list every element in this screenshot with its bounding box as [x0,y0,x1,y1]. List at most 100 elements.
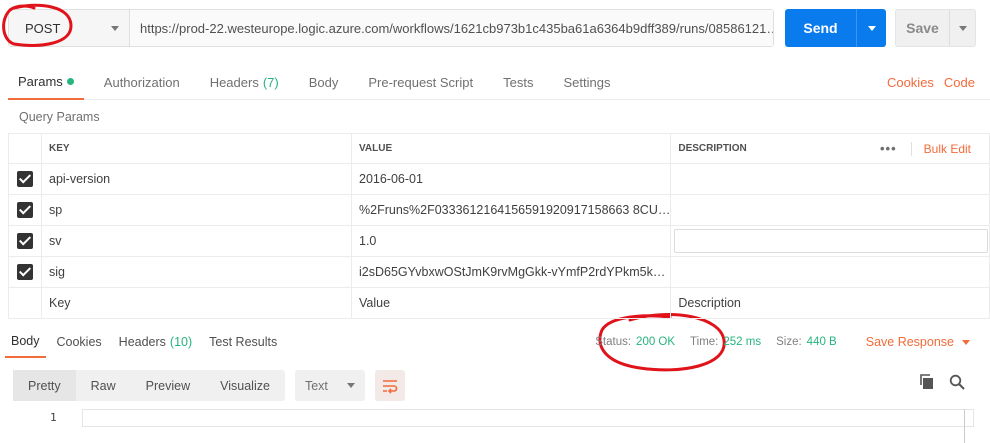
response-toolbar: Pretty Raw Preview Visualize Text [13,370,405,401]
chevron-down-icon [958,25,967,31]
tab-headers-label: Headers [209,74,259,90]
tab-settings[interactable]: Settings [553,64,620,100]
response-tabs: Body Cookies Headers (10) Test Results S… [0,326,990,358]
row-checkbox-cell [8,194,42,226]
time-value[interactable]: 252 ms [723,336,761,348]
description-header-label: DESCRIPTION [678,143,747,154]
tab-tests-label: Tests [503,74,534,90]
param-description[interactable] [670,225,990,257]
tab-response-headers-count: (10) [169,335,193,349]
param-value[interactable]: 2016-06-01 [350,163,672,195]
tab-response-headers-label: Headers [118,335,166,349]
url-input[interactable]: https://prod-22.westeurope.logic.azure.c… [130,10,773,46]
view-visualize[interactable]: Visualize [205,370,285,401]
row-checkbox-cell [8,225,42,257]
view-raw[interactable]: Raw [76,370,131,401]
param-description[interactable] [670,163,990,195]
tab-response-headers[interactable]: Headers (10) [113,326,198,358]
key-column-header: KEY [41,133,352,164]
value-column-header: VALUE [350,133,672,164]
save-button[interactable]: Save [895,9,976,47]
checkbox-column-header [8,133,42,164]
send-options-dropdown[interactable] [856,9,886,47]
view-preview[interactable]: Preview [131,370,205,401]
param-key[interactable]: sig [41,256,352,288]
format-select[interactable]: Text [294,370,365,401]
row-checkbox[interactable] [17,202,33,218]
table-row: sig i2sD65GYvbxwOStJmK9rvMgGkk-vYmfP2rdY… [8,256,990,288]
description-column-header: DESCRIPTION ••• Bulk Edit [670,133,990,164]
tab-body-label: Body [308,74,339,90]
wrap-lines-icon [382,379,398,394]
param-value[interactable]: i2sD65GYvbxwOStJmK9rvMgGkk-vYmfP2rdYPkm5… [350,256,672,288]
size-value[interactable]: 440 B [807,336,837,348]
tab-params-label: Params [18,73,63,89]
table-row-new: Key Value Description [8,287,990,319]
tab-pre-request-script-label: Pre-request Script [368,74,474,90]
tab-pre-request-script[interactable]: Pre-request Script [358,64,483,100]
tab-tests[interactable]: Tests [493,64,543,100]
status-label: Status: [595,336,632,348]
tab-response-cookies-label: Cookies [56,335,102,349]
request-right-links: Cookies Code [887,64,975,100]
cookies-link[interactable]: Cookies [887,75,934,90]
request-url-bar: POST https://prod-22.westeurope.logic.az… [8,9,774,47]
time-label: Time: [690,336,719,348]
method-label: POST [25,20,61,36]
more-options-icon[interactable]: ••• [880,141,897,156]
tab-params[interactable]: Params [8,64,84,100]
copy-icon[interactable] [919,374,935,390]
row-checkbox[interactable] [17,264,33,280]
save-response-button[interactable]: Save Response [866,335,970,349]
scrollbar[interactable] [964,409,965,443]
description-input[interactable] [674,229,989,253]
param-value[interactable]: %2Fruns%2F0333612164156591920917158663 8… [350,194,672,226]
param-key[interactable]: sv [41,225,352,257]
code-link[interactable]: Code [944,75,975,90]
param-description[interactable] [670,194,990,226]
method-select[interactable]: POST [9,10,130,46]
query-params-title: Query Params [19,110,100,124]
table-row: sv 1.0 [8,225,990,257]
chevron-down-icon [346,383,355,388]
response-actions [919,374,965,390]
tab-test-results-label: Test Results [209,335,278,349]
bulk-edit-link[interactable]: Bulk Edit [910,141,971,156]
query-params-table: KEY VALUE DESCRIPTION ••• Bulk Edit api-… [8,133,990,319]
size-label: Size: [776,336,802,348]
editor-line[interactable] [82,409,974,427]
line-number: 1 [50,411,57,424]
row-checkbox[interactable] [17,233,33,249]
tab-authorization[interactable]: Authorization [94,64,190,100]
view-pretty[interactable]: Pretty [13,370,76,401]
status-value[interactable]: 200 OK [636,336,675,348]
row-checkbox[interactable] [17,171,33,187]
response-view-toggle: Pretty Raw Preview Visualize [13,370,285,401]
send-button[interactable]: Send [785,9,886,47]
param-key[interactable]: api-version [41,163,352,195]
tab-body[interactable]: Body [299,64,349,100]
row-checkbox-cell-empty [8,287,42,319]
chevron-down-icon [867,25,876,31]
param-description[interactable] [670,256,990,288]
tab-headers[interactable]: Headers (7) [200,64,289,100]
response-body-editor[interactable]: 1 [0,406,990,443]
wrap-lines-button[interactable] [374,370,405,401]
request-tabs: Params Authorization Headers (7) Body Pr… [8,64,990,100]
new-key-input[interactable]: Key [41,287,352,319]
tab-headers-count: (7) [262,74,279,90]
tab-authorization-label: Authorization [103,74,180,90]
save-options-dropdown[interactable] [949,10,975,46]
new-description-input[interactable]: Description [670,287,990,319]
tab-test-results[interactable]: Test Results [203,326,283,358]
param-value[interactable]: 1.0 [350,225,672,257]
new-value-input[interactable]: Value [350,287,672,319]
tab-response-body-label: Body [11,334,40,348]
tab-response-body[interactable]: Body [5,326,46,358]
param-key[interactable]: sp [41,194,352,226]
save-label: Save [906,20,939,36]
table-row: api-version 2016-06-01 [8,163,990,195]
search-icon[interactable] [949,374,965,390]
row-checkbox-cell [8,256,42,288]
tab-response-cookies[interactable]: Cookies [51,326,108,358]
